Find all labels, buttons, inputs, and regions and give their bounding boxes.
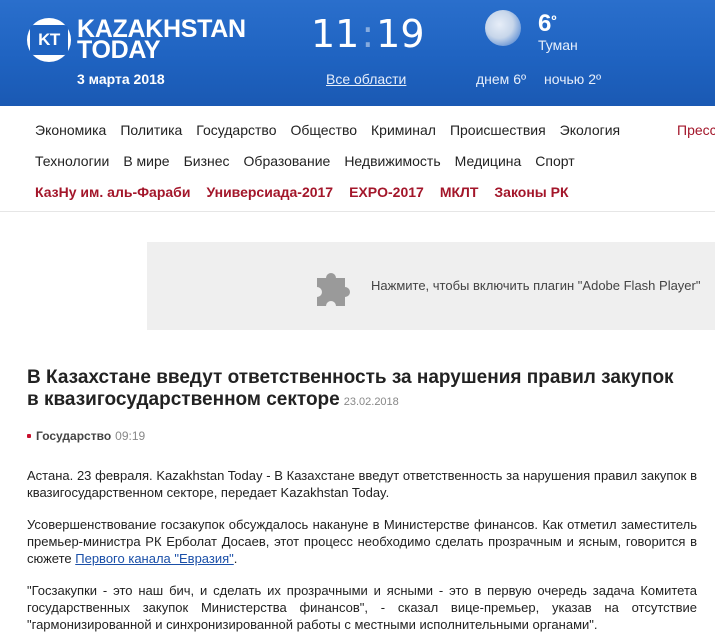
article-paragraph-1: Астана. 23 февраля. Kazakhstan Today - В… — [27, 468, 697, 500]
nav-main-row-2: Технологии В мире Бизнес Образование Нед… — [35, 153, 589, 169]
temperature-value: 6 — [538, 10, 552, 37]
logo-mark-text: KT — [30, 25, 68, 55]
night-temperature: ночью 2º — [544, 71, 602, 87]
clock-colon: : — [361, 12, 375, 56]
category-bullet-icon — [27, 434, 31, 438]
paragraph-2-end: . — [233, 551, 238, 566]
nav-item-real-estate[interactable]: Недвижимость — [344, 153, 440, 169]
logo-line-2: TODAY — [77, 36, 161, 64]
nav-item-sport[interactable]: Спорт — [535, 153, 574, 169]
article-paragraph-2: Усовершенствование госзакупок обсуждалос… — [27, 516, 697, 567]
clock-minutes: 19 — [376, 12, 425, 56]
nav-item-state[interactable]: Государство — [196, 122, 276, 138]
nav-item-education[interactable]: Образование — [244, 153, 331, 169]
temperature-unit: º — [551, 12, 557, 28]
puzzle-plugin-icon — [317, 273, 350, 306]
nav-item-ecology[interactable]: Экология — [560, 122, 620, 138]
nav-item-medicine[interactable]: Медицина — [455, 153, 522, 169]
logo-mark: KT — [27, 18, 71, 62]
nav-main-row-1: Экономика Политика Государство Общество … — [35, 122, 634, 138]
flash-plugin-text: Нажмите, чтобы включить плагин "Adobe Fl… — [371, 278, 701, 293]
article-time: 09:19 — [115, 429, 146, 443]
topic-universiade[interactable]: Универсиада-2017 — [206, 184, 333, 200]
nav-item-incidents[interactable]: Происшествия — [450, 122, 546, 138]
all-regions-link[interactable]: Все области — [326, 71, 406, 87]
nav-item-economy[interactable]: Экономика — [35, 122, 106, 138]
eurasia-channel-link[interactable]: Первого канала "Евразия" — [75, 551, 234, 566]
site-header: KT KAZAKHSTAN TODAY 3 марта 2018 11:19 В… — [0, 0, 715, 106]
topic-kaznu[interactable]: КазНу им. аль-Фараби — [35, 184, 190, 200]
article-meta: Государство 09:19 — [27, 429, 145, 443]
weather-condition: Туман — [538, 37, 578, 53]
clock: 11:19 — [311, 12, 425, 56]
nav-item-society[interactable]: Общество — [290, 122, 357, 138]
nav-item-business[interactable]: Бизнес — [184, 153, 230, 169]
flash-plugin-placeholder[interactable]: Нажмите, чтобы включить плагин "Adobe Fl… — [147, 242, 715, 330]
clock-hours: 11 — [311, 12, 360, 56]
topic-expo[interactable]: EXPO-2017 — [349, 184, 424, 200]
article-paragraph-3: "Госзакупки - это наш бич, и сделать их … — [27, 583, 697, 632]
nav-divider — [0, 211, 715, 212]
nav-special-topics: КазНу им. аль-Фараби Универсиада-2017 EX… — [35, 184, 585, 200]
fog-icon — [485, 10, 521, 46]
article-category-link[interactable]: Государство — [36, 429, 111, 443]
nav-item-crime[interactable]: Криминал — [371, 122, 436, 138]
topic-mklt[interactable]: МКЛТ — [440, 184, 479, 200]
nav-item-politics[interactable]: Политика — [120, 122, 182, 138]
temperature: 6º — [538, 10, 556, 38]
current-date: 3 марта 2018 — [77, 71, 165, 87]
article-date: 23.02.2018 — [343, 396, 399, 408]
nav-item-technology[interactable]: Технологии — [35, 153, 109, 169]
article-title: В Казахстане введут ответственность за н… — [27, 367, 687, 413]
nav-item-press[interactable]: Пресс — [677, 122, 715, 138]
topic-laws[interactable]: Законы РК — [494, 184, 568, 200]
nav-item-world[interactable]: В мире — [123, 153, 169, 169]
site-logo[interactable]: KT KAZAKHSTAN TODAY — [27, 17, 246, 64]
logo-wordmark: KAZAKHSTAN TODAY — [77, 17, 246, 64]
day-temperature: днем 6º — [476, 71, 527, 87]
